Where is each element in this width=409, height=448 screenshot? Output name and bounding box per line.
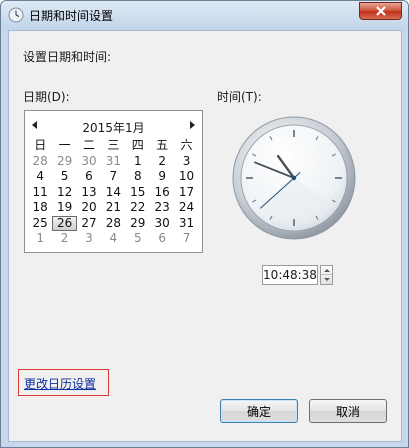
- time-label: 时间(T):: [217, 90, 262, 104]
- arrow-up-icon: [323, 268, 330, 272]
- calendar-day[interactable]: 15: [126, 185, 150, 201]
- calendar-day[interactable]: 5: [52, 169, 76, 185]
- calendar-day[interactable]: 26: [52, 215, 77, 231]
- calendar-day[interactable]: 19: [52, 200, 76, 216]
- calendar-day[interactable]: 2: [52, 231, 76, 247]
- calendar-day[interactable]: 11: [28, 185, 52, 201]
- date-time-dialog: 日期和时间设置 设置日期和时间: 日期(D): 时间(T): 2015年1月 日…: [0, 0, 409, 448]
- calendar-day[interactable]: 25: [28, 216, 52, 232]
- analog-clock: [232, 116, 356, 240]
- calendar-day[interactable]: 24: [174, 200, 198, 216]
- close-button[interactable]: [359, 2, 402, 20]
- weekday-header: 四: [131, 138, 144, 152]
- calendar-day[interactable]: 1: [28, 231, 52, 247]
- calendar-day[interactable]: 28: [101, 216, 125, 232]
- ok-button[interactable]: 确定: [220, 399, 298, 423]
- calendar-day[interactable]: 29: [126, 216, 150, 232]
- time-input[interactable]: 10:48:38: [262, 265, 318, 285]
- calendar-day[interactable]: 16: [150, 185, 174, 201]
- calendar-day[interactable]: 4: [28, 169, 52, 185]
- heading-label: 设置日期和时间:: [23, 50, 112, 64]
- calendar-day[interactable]: 7: [174, 231, 198, 247]
- calendar-day[interactable]: 14: [101, 185, 125, 201]
- calendar-day[interactable]: 12: [52, 185, 76, 201]
- change-calendar-highlight: 更改日历设置: [18, 369, 109, 396]
- calendar-day[interactable]: 4: [101, 231, 125, 247]
- calendar-day[interactable]: 9: [150, 169, 174, 185]
- window-title: 日期和时间设置: [29, 9, 114, 23]
- title-bar[interactable]: 日期和时间设置: [1, 1, 408, 29]
- weekday-header: 六: [180, 138, 193, 152]
- calendar-grid: 日一二三四五六 28 29 30 31 1 2 3 4 5 6 7 8 9 10 11 12 13 14 15 16 17…: [28, 138, 199, 247]
- cancel-button[interactable]: 取消: [309, 399, 387, 423]
- calendar-day[interactable]: 20: [77, 200, 101, 216]
- clock-center: [291, 175, 297, 181]
- calendar-day[interactable]: 13: [77, 185, 101, 201]
- weekday-header: 二: [82, 138, 95, 152]
- calendar-month-title[interactable]: 2015年1月: [25, 119, 202, 136]
- spin-down-button[interactable]: [321, 275, 332, 284]
- calendar-day[interactable]: 28: [28, 154, 52, 170]
- calendar-day[interactable]: 29: [52, 154, 76, 170]
- calendar-day[interactable]: 8: [126, 169, 150, 185]
- weekday-header: 日: [34, 138, 47, 152]
- clock-face: [232, 116, 356, 240]
- calendar-day[interactable]: 21: [101, 200, 125, 216]
- calendar-day[interactable]: 7: [101, 169, 125, 185]
- time-spinner[interactable]: [320, 265, 333, 285]
- weekday-header: 一: [58, 138, 71, 152]
- calendar-header: 2015年1月: [25, 118, 202, 136]
- calendar-day[interactable]: 31: [174, 216, 198, 232]
- calendar-day[interactable]: 30: [77, 154, 101, 170]
- calendar-day[interactable]: 10: [174, 169, 198, 185]
- calendar-day[interactable]: 27: [77, 216, 101, 232]
- calendar-day[interactable]: 18: [28, 200, 52, 216]
- clock-app-icon: [8, 7, 24, 23]
- weekday-header: 五: [156, 138, 169, 152]
- calendar-day[interactable]: 2: [150, 154, 174, 170]
- weekday-header: 三: [107, 138, 120, 152]
- next-month-icon[interactable]: [190, 121, 195, 129]
- calendar-day[interactable]: 6: [77, 169, 101, 185]
- calendar-day[interactable]: 5: [126, 231, 150, 247]
- arrow-down-icon: [323, 278, 330, 281]
- close-icon: [375, 6, 386, 16]
- calendar-day[interactable]: 30: [150, 216, 174, 232]
- calendar-day[interactable]: 17: [174, 185, 198, 201]
- calendar-day[interactable]: 23: [150, 200, 174, 216]
- spin-up-button[interactable]: [321, 266, 332, 275]
- calendar-day[interactable]: 22: [126, 200, 150, 216]
- calendar-day[interactable]: 1: [126, 154, 150, 170]
- dialog-content: 设置日期和时间: 日期(D): 时间(T): 2015年1月 日一二三四五六 28…: [8, 30, 402, 442]
- calendar-day[interactable]: 31: [101, 154, 125, 170]
- calendar-day[interactable]: 3: [77, 231, 101, 247]
- calendar-day[interactable]: 6: [150, 231, 174, 247]
- date-label: 日期(D):: [23, 90, 70, 104]
- change-calendar-settings-link[interactable]: 更改日历设置: [24, 375, 96, 392]
- calendar-control[interactable]: 2015年1月 日一二三四五六 28 29 30 31 1 2 3 4 5 6 7 8 9 10 11 12 13…: [24, 110, 203, 253]
- calendar-day[interactable]: 3: [174, 154, 198, 170]
